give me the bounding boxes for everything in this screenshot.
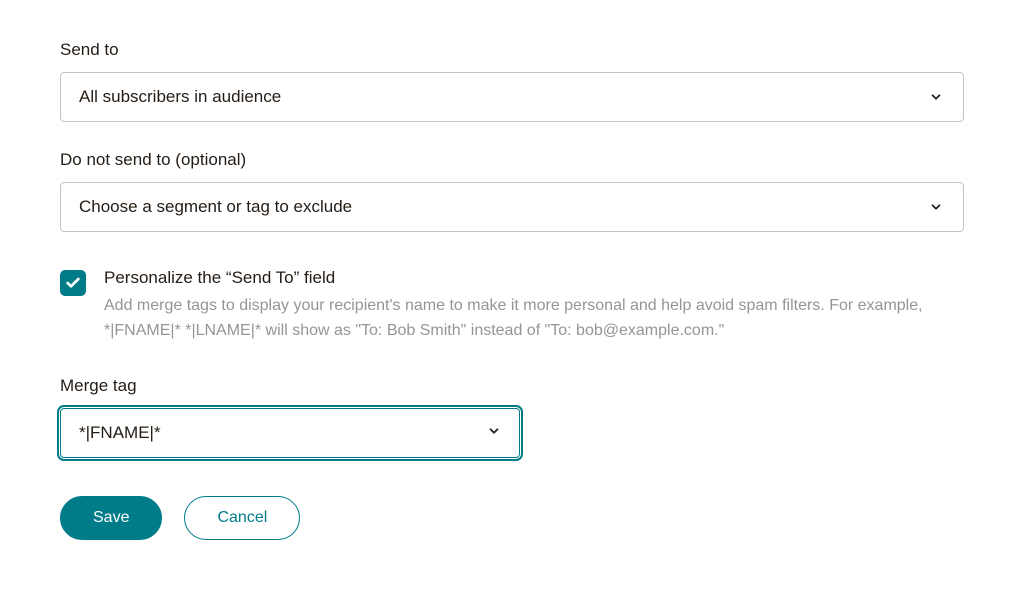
merge-tag-value: *|FNAME|* xyxy=(79,423,161,443)
merge-tag-label: Merge tag xyxy=(60,376,964,396)
cancel-button[interactable]: Cancel xyxy=(184,496,300,540)
send-to-group: Send to All subscribers in audience xyxy=(60,40,964,122)
do-not-send-to-group: Do not send to (optional) Choose a segme… xyxy=(60,150,964,232)
do-not-send-to-value: Choose a segment or tag to exclude xyxy=(79,197,352,217)
merge-tag-group: Merge tag *|FNAME|* xyxy=(60,376,964,458)
send-to-select[interactable]: All subscribers in audience xyxy=(60,72,964,122)
personalize-content: Personalize the “Send To” field Add merg… xyxy=(104,268,964,344)
do-not-send-to-select[interactable]: Choose a segment or tag to exclude xyxy=(60,182,964,232)
check-icon xyxy=(65,275,81,291)
do-not-send-to-label: Do not send to (optional) xyxy=(60,150,964,170)
chevron-down-icon xyxy=(927,88,945,106)
personalize-title: Personalize the “Send To” field xyxy=(104,268,964,288)
personalize-help: Add merge tags to display your recipient… xyxy=(104,294,964,344)
button-row: Save Cancel xyxy=(60,496,964,540)
send-to-value: All subscribers in audience xyxy=(79,87,281,107)
merge-tag-select[interactable]: *|FNAME|* xyxy=(60,408,520,458)
send-to-label: Send to xyxy=(60,40,964,60)
chevron-down-icon xyxy=(487,423,501,443)
personalize-row: Personalize the “Send To” field Add merg… xyxy=(60,268,964,344)
save-button[interactable]: Save xyxy=(60,496,162,540)
chevron-down-icon xyxy=(927,198,945,216)
personalize-checkbox[interactable] xyxy=(60,270,86,296)
